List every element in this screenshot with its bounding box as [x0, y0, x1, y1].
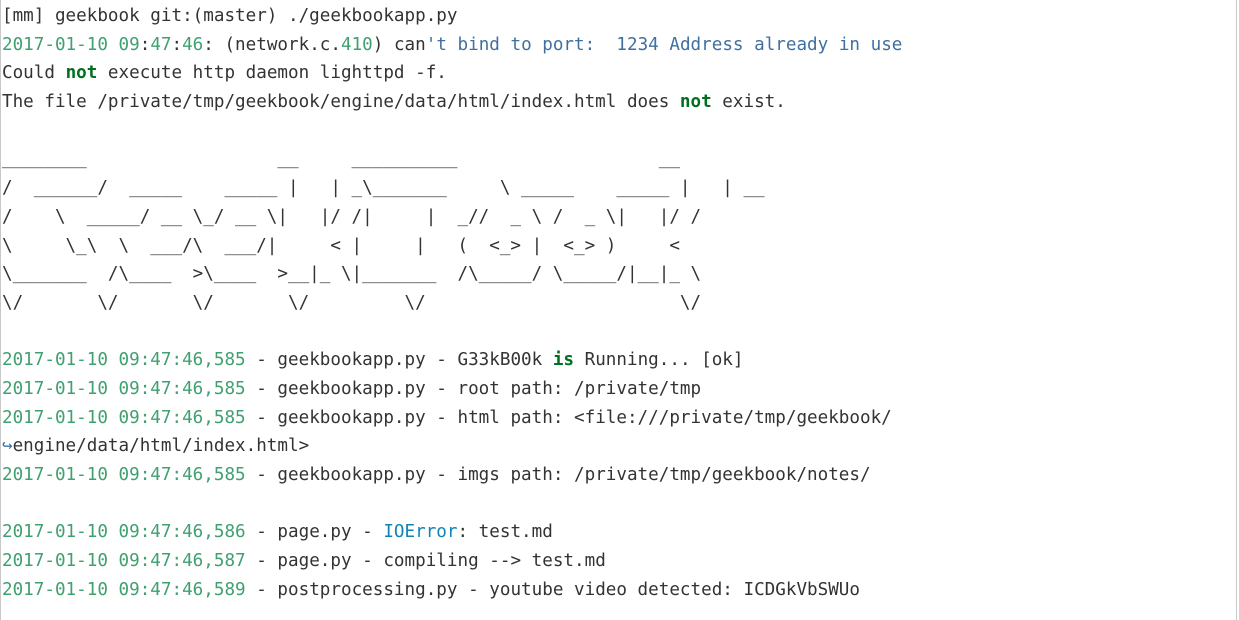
- command-prompt: [mm] geekbook git:(master) ./geekbookapp…: [2, 6, 458, 26]
- log-time-hours: 09: [118, 34, 140, 55]
- log-line-imgs-path: 2017-01-10 09:47:46,585 - geekbookapp.py…: [2, 461, 1236, 490]
- time-separator: :: [171, 34, 183, 55]
- log-line-compiling: 2017-01-10 09:47:46,587 - page.py - comp…: [2, 547, 1236, 576]
- bind-error-code: 410: [340, 34, 373, 55]
- log-line-youtube: 2017-01-10 09:47:46,589 - postprocessing…: [2, 576, 1236, 605]
- daemon-error-line: Could not execute http daemon lighttpd -…: [2, 59, 1236, 88]
- log-message: - geekbookapp.py - html path: <file:///p…: [245, 407, 892, 428]
- log-time: 09:47:46,585: [118, 465, 246, 485]
- log-date: 2017-01-10: [2, 407, 108, 428]
- missing-file-suffix: exist.: [711, 92, 786, 113]
- log-message: - postprocessing.py - youtube video dete…: [245, 579, 860, 600]
- log-message-continuation: engine/data/html/index.html>: [12, 436, 310, 457]
- log-line-running: 2017-01-10 09:47:46,585 - geekbookapp.py…: [2, 346, 1236, 375]
- log-message: - geekbookapp.py - imgs path: /private/t…: [245, 465, 871, 485]
- ascii-banner-line: / ______/ _____ _____ | | _\_______ \ __…: [2, 178, 765, 199]
- bind-error-line: 2017-01-10 09:47:46: (network.c.410) can…: [2, 31, 1236, 60]
- bind-error-middle: ) can: [372, 34, 426, 55]
- log-time-minutes: 47: [150, 34, 172, 55]
- ascii-banner-line: ________ __ __________ __: [2, 149, 680, 170]
- log-time: 09:47:46,589: [118, 579, 246, 600]
- log-date: 2017-01-10: [2, 522, 108, 543]
- missing-file-line: The file /private/tmp/geekbook/engine/da…: [2, 88, 1236, 117]
- log-message: - geekbookapp.py - root path: /private/t…: [245, 378, 702, 399]
- hooked-arrow-icon: ↪: [2, 436, 13, 457]
- keyword-not: not: [65, 63, 98, 84]
- log-date: 2017-01-10: [2, 34, 108, 55]
- log-time: 09:47:46,585: [118, 350, 246, 371]
- log-date: 2017-01-10: [2, 551, 108, 572]
- ascii-banner-line: \ \_\ \ ___/\ ___/| < | | ( <_> | <_> ) …: [2, 235, 680, 256]
- log-line-html-path: 2017-01-10 09:47:46,585 - geekbookapp.py…: [2, 404, 1236, 433]
- log-date: 2017-01-10: [2, 579, 108, 600]
- ascii-banner-line: / \ _____/ __ \_/ __ \| |/ /| | _// _ \ …: [2, 206, 702, 227]
- log-date: 2017-01-10: [2, 465, 108, 485]
- time-separator: :: [139, 34, 151, 55]
- log-message: - page.py - compiling --> test.md: [245, 551, 606, 572]
- bind-error-message: 't bind to port: 1234 Address already in…: [425, 34, 903, 55]
- log-time: 09:47:46,586: [118, 522, 246, 543]
- log-message: - geekbookapp.py - G33kB00k: [245, 350, 553, 371]
- terminal-output: [mm] geekbook git:(master) ./geekbookapp…: [0, 0, 1237, 620]
- log-date: 2017-01-10: [2, 378, 108, 399]
- keyword-not: not: [679, 92, 712, 113]
- log-time-seconds: 46: [182, 34, 204, 55]
- missing-file-prefix: The file /private/tmp/geekbook/engine/da…: [2, 92, 680, 113]
- ascii-banner-line: \/ \/ \/ \/ \/ \/: [2, 292, 702, 313]
- log-line-continuation: ↪engine/data/html/index.html>: [2, 432, 1236, 461]
- log-time: 09:47:46,587: [118, 551, 246, 572]
- bind-error-prefix: : (network.c.: [203, 34, 341, 55]
- log-time: 09:47:46,585: [118, 407, 246, 428]
- daemon-error-prefix: Could: [2, 63, 66, 84]
- log-line-ioerror: 2017-01-10 09:47:46,586 - page.py - IOEr…: [2, 518, 1236, 547]
- log-message-suffix: : test.md: [457, 522, 553, 543]
- command-line: [mm] geekbook git:(master) ./geekbookapp…: [2, 2, 1236, 31]
- log-message: - page.py -: [245, 522, 384, 543]
- ascii-banner-line: \_______ /\____ >\____ >__|_ \|_______ /…: [2, 264, 702, 285]
- log-line-root-path: 2017-01-10 09:47:46,585 - geekbookapp.py…: [2, 375, 1236, 404]
- daemon-error-suffix: execute http daemon lighttpd -f.: [97, 63, 447, 84]
- keyword-is: is: [552, 350, 575, 371]
- log-message-suffix: Running... [ok]: [574, 350, 744, 371]
- log-time: 09:47:46,585: [118, 378, 246, 399]
- log-date: 2017-01-10: [2, 350, 108, 371]
- exception-name: IOError: [383, 522, 458, 543]
